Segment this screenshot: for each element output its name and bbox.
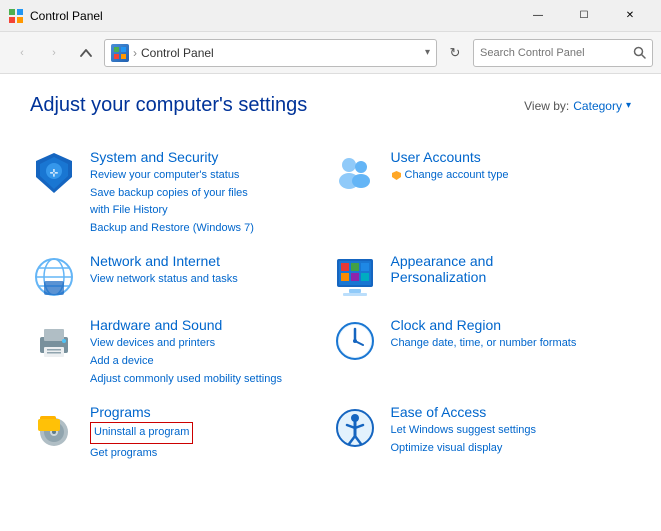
address-bar[interactable]: › Control Panel ▾ [104, 39, 437, 67]
hardware-link-3[interactable]: Adjust commonly used mobility settings [90, 371, 331, 389]
category-programs: Programs Uninstall a program Get program… [30, 396, 331, 470]
hardware-content: Hardware and Sound View devices and prin… [90, 317, 331, 388]
svg-text:⊹: ⊹ [50, 168, 58, 179]
search-icon [633, 46, 646, 59]
network-title[interactable]: Network and Internet [90, 253, 331, 269]
category-system-security: ⊹ System and Security Review your comput… [30, 141, 331, 245]
ease-link-2[interactable]: Optimize visual display [391, 440, 632, 458]
system-security-content: System and Security Review your computer… [90, 149, 331, 237]
viewby-value[interactable]: Category [573, 99, 622, 113]
programs-link-2[interactable]: Get programs [90, 445, 331, 463]
hardware-link-2[interactable]: Add a device [90, 353, 331, 371]
page-title: Adjust your computer's settings [30, 94, 307, 117]
window-controls: — ☐ ✕ [515, 0, 653, 32]
programs-icon [30, 404, 78, 452]
page-header: Adjust your computer's settings View by:… [30, 94, 631, 117]
category-clock: Clock and Region Change date, time, or n… [331, 309, 632, 396]
appearance-title[interactable]: Appearance andPersonalization [391, 253, 632, 285]
hardware-title[interactable]: Hardware and Sound [90, 317, 331, 333]
programs-link-1[interactable]: Uninstall a program [90, 422, 193, 444]
user-link-1[interactable]: Change account type [405, 167, 509, 185]
maximize-button[interactable]: ☐ [561, 0, 607, 32]
address-separator: › [133, 46, 137, 60]
navbar: ‹ › › Control Panel ▾ ↻ [0, 32, 661, 74]
user-accounts-title[interactable]: User Accounts [391, 149, 632, 165]
category-user-accounts: User Accounts Change account type [331, 141, 632, 245]
network-link-1[interactable]: View network status and tasks [90, 271, 331, 289]
search-input[interactable] [480, 47, 633, 59]
titlebar: Control Panel — ☐ ✕ [0, 0, 661, 32]
forward-button[interactable]: › [40, 39, 68, 67]
hardware-icon [30, 317, 78, 365]
shield-small-icon [391, 170, 402, 181]
address-icon [111, 44, 129, 62]
window-title: Control Panel [30, 9, 515, 23]
up-button[interactable] [72, 39, 100, 67]
address-dropdown-arrow[interactable]: ▾ [425, 47, 430, 58]
clock-title[interactable]: Clock and Region [391, 317, 632, 333]
app-icon [8, 8, 24, 24]
category-hardware: Hardware and Sound View devices and prin… [30, 309, 331, 396]
viewby-arrow: ▾ [626, 100, 631, 111]
category-appearance: Appearance andPersonalization [331, 245, 632, 309]
system-security-title[interactable]: System and Security [90, 149, 331, 165]
categories-grid: ⊹ System and Security Review your comput… [30, 141, 631, 470]
clock-content: Clock and Region Change date, time, or n… [391, 317, 632, 353]
network-icon [30, 253, 78, 301]
clock-link-1[interactable]: Change date, time, or number formats [391, 335, 632, 353]
ease-access-icon [331, 404, 379, 452]
main-content: Adjust your computer's settings View by:… [0, 74, 661, 490]
system-security-icon: ⊹ [30, 149, 78, 197]
address-text: Control Panel [141, 46, 421, 60]
back-button[interactable]: ‹ [8, 39, 36, 67]
user-accounts-icon [331, 149, 379, 197]
appearance-icon [331, 253, 379, 301]
ease-access-title[interactable]: Ease of Access [391, 404, 632, 420]
minimize-button[interactable]: — [515, 0, 561, 32]
system-link-2[interactable]: Save backup copies of your fileswith Fil… [90, 185, 331, 220]
programs-content: Programs Uninstall a program Get program… [90, 404, 331, 462]
viewby-label: View by: [524, 99, 569, 113]
user-accounts-content: User Accounts Change account type [391, 149, 632, 185]
appearance-content: Appearance andPersonalization [391, 253, 632, 287]
refresh-button[interactable]: ↻ [441, 39, 469, 67]
close-button[interactable]: ✕ [607, 0, 653, 32]
search-bar[interactable] [473, 39, 653, 67]
clock-icon [331, 317, 379, 365]
programs-title[interactable]: Programs [90, 404, 331, 420]
viewby-control: View by: Category ▾ [524, 99, 631, 113]
category-network: Network and Internet View network status… [30, 245, 331, 309]
network-content: Network and Internet View network status… [90, 253, 331, 289]
ease-link-1[interactable]: Let Windows suggest settings [391, 422, 632, 440]
category-ease-access: Ease of Access Let Windows suggest setti… [331, 396, 632, 470]
system-link-1[interactable]: Review your computer's status [90, 167, 331, 185]
system-link-3[interactable]: Backup and Restore (Windows 7) [90, 220, 331, 238]
ease-access-content: Ease of Access Let Windows suggest setti… [391, 404, 632, 457]
hardware-link-1[interactable]: View devices and printers [90, 335, 331, 353]
